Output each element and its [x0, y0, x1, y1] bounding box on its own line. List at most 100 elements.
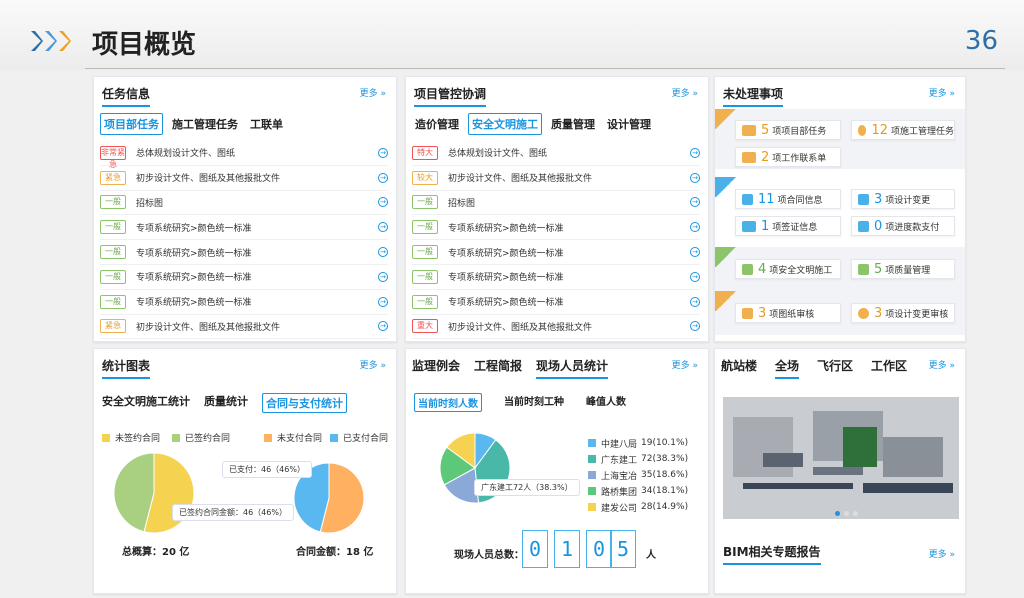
- tab-peak-count[interactable]: 峰值人数: [586, 393, 626, 412]
- todo-item[interactable]: 3 项设计变更: [851, 189, 955, 209]
- panel-title: 任务信息: [102, 85, 151, 107]
- todo-item[interactable]: 5 项质量管理: [851, 259, 955, 279]
- tab-airfield[interactable]: 飞行区: [817, 357, 853, 379]
- more-link[interactable]: 更多 »: [672, 86, 698, 99]
- tab-overall[interactable]: 全场: [775, 357, 800, 379]
- list-item[interactable]: 较大 初步设计文件、图纸及其他报批文件 →: [412, 166, 700, 191]
- list-item[interactable]: 紧急 初步设计文件、图纸及其他报批文件 →: [100, 166, 388, 191]
- todo-item[interactable]: 0 项进度款支付: [851, 216, 955, 236]
- arrow-right-icon[interactable]: →: [378, 222, 388, 233]
- list-item[interactable]: 一般 招标图 →: [412, 191, 700, 216]
- arrow-right-icon[interactable]: →: [378, 172, 388, 183]
- item-text: 专项系统研究>颜色统一标准: [136, 223, 252, 234]
- arrow-right-icon[interactable]: →: [378, 321, 388, 332]
- arrow-right-icon[interactable]: →: [378, 271, 388, 282]
- item-text: 专项系统研究>颜色统一标准: [136, 273, 252, 284]
- list-item[interactable]: 非常紧急 总体规划设计文件、图纸 →: [100, 141, 388, 169]
- legend-item: 未支付合同: [264, 431, 322, 444]
- list-item[interactable]: 一般 专项系统研究>颜色统一标准 →: [100, 290, 388, 315]
- tab-safety[interactable]: 安全文明施工: [468, 113, 542, 135]
- ribbon-badge: [715, 177, 737, 197]
- terminal-tabs: 航站楼 全场 飞行区 工作区: [721, 357, 907, 379]
- carousel-dots: [835, 511, 858, 516]
- arrow-right-icon[interactable]: →: [690, 222, 700, 233]
- arrow-right-icon[interactable]: →: [378, 197, 388, 208]
- more-link[interactable]: 更多 »: [929, 547, 955, 560]
- arrow-right-icon[interactable]: →: [378, 147, 388, 158]
- list-item[interactable]: 一般 专项系统研究>颜色统一标准 →: [412, 290, 700, 315]
- todo-item[interactable]: 2 项工作联系单: [735, 147, 841, 167]
- dot[interactable]: [835, 511, 840, 516]
- panel-title: 统计图表: [102, 357, 151, 379]
- tab-project-dept[interactable]: 项目部任务: [100, 113, 163, 135]
- todo-item[interactable]: 5 项项目部任务: [735, 120, 841, 140]
- more-link[interactable]: 更多 »: [672, 358, 698, 371]
- calendar-icon: [742, 151, 756, 163]
- tab-cost[interactable]: 造价管理: [412, 114, 462, 134]
- more-link[interactable]: 更多 »: [360, 86, 386, 99]
- user-check-icon: [858, 307, 869, 319]
- todo-item[interactable]: 11 项合同信息: [735, 189, 841, 209]
- todo-item[interactable]: 3 项图纸审核: [735, 303, 841, 323]
- list-item[interactable]: 特大 总体规划设计文件、图纸 →: [412, 141, 700, 166]
- tab-safety-stats[interactable]: 安全文明施工统计: [102, 393, 190, 413]
- arrow-right-icon[interactable]: →: [378, 296, 388, 307]
- item-text: 初步设计文件、图纸及其他报批文件: [448, 322, 593, 333]
- list-item[interactable]: 一般 专项系统研究>颜色统一标准 →: [100, 265, 388, 290]
- arrow-right-icon[interactable]: →: [690, 296, 700, 307]
- tab-contract-stats[interactable]: 合同与支付统计: [262, 393, 347, 413]
- dot[interactable]: [853, 511, 858, 516]
- list-item[interactable]: 一般 专项系统研究>颜色统一标准 →: [412, 240, 700, 265]
- tab-current-count[interactable]: 当前时刻人数: [414, 393, 482, 412]
- chevron-right-icon: [59, 31, 71, 51]
- tab-quality-stats[interactable]: 质量统计: [204, 393, 248, 413]
- list-item[interactable]: 一般 专项系统研究>颜色统一标准 →: [100, 215, 388, 241]
- todo-item[interactable]: 4 项安全文明施工: [735, 259, 841, 279]
- arrow-right-icon[interactable]: →: [690, 147, 700, 158]
- tab-work-area[interactable]: 工作区: [871, 357, 907, 379]
- list-item[interactable]: 重大 初步设计文件、图纸及其他报批文件 →: [412, 315, 700, 340]
- list-item[interactable]: 一般 专项系统研究>颜色统一标准 →: [412, 215, 700, 241]
- tab-construction[interactable]: 施工管理任务: [169, 114, 241, 134]
- legend-item: 未签约合同: [102, 431, 160, 444]
- item-text: 总体规划设计文件、图纸: [136, 149, 236, 160]
- arrow-right-icon[interactable]: →: [690, 247, 700, 258]
- control-tabs: 造价管理 安全文明施工 质量管理 设计管理: [412, 113, 654, 135]
- list-item[interactable]: 一般 招标图 →: [100, 191, 388, 216]
- todo-item[interactable]: 3 项设计变更审核: [851, 303, 955, 323]
- list-item[interactable]: 紧急 初步设计文件、图纸及其他报批文件 →: [100, 315, 388, 340]
- bim-model-image[interactable]: [723, 397, 959, 519]
- arrow-right-icon[interactable]: →: [690, 172, 700, 183]
- id-card-icon: [742, 220, 756, 232]
- todo-panel: 未处理事项 更多 » 5 项项目部任务 12 项施工管理任务 2 项工作联系单 11 项…: [714, 76, 966, 342]
- tab-work-order[interactable]: 工联单: [247, 114, 286, 134]
- tab-current-trades[interactable]: 当前时刻工种: [504, 393, 564, 412]
- task-info-panel: 任务信息 更多 » 项目部任务 施工管理任务 工联单 非常紧急 总体规划设计文件、…: [93, 76, 397, 342]
- tab-briefing[interactable]: 工程简报: [474, 357, 522, 379]
- arrow-right-icon[interactable]: →: [378, 247, 388, 258]
- header-divider: [85, 68, 1005, 69]
- counter-digit: 5: [610, 530, 636, 568]
- list-item[interactable]: 一般 专项系统研究>颜色统一标准 →: [100, 240, 388, 265]
- staff-legend: 中建八局 19(10.1%) 广东建工 72(38.3%) 上海宝冶 35(18.6%) 路…: [588, 435, 688, 515]
- more-link[interactable]: 更多 »: [929, 86, 955, 99]
- todo-item[interactable]: 1 项签证信息: [735, 216, 841, 236]
- more-link[interactable]: 更多 »: [929, 358, 955, 371]
- tab-meeting[interactable]: 监理例会: [412, 357, 460, 379]
- legend-item: 建发公司 28(14.9%): [588, 499, 688, 515]
- terminal-panel: 航站楼 全场 飞行区 工作区 更多 » BIM相关专题报告 更多 »: [714, 348, 966, 594]
- arrow-right-icon[interactable]: →: [690, 271, 700, 282]
- tab-staff-stats[interactable]: 现场人员统计: [536, 357, 609, 379]
- control-list: 特大 总体规划设计文件、图纸 → 较大 初步设计文件、图纸及其他报批文件 → 一般 招标图 → 一…: [412, 141, 700, 340]
- panel-tabs: 监理例会 工程简报 现场人员统计: [412, 357, 609, 379]
- dot[interactable]: [844, 511, 849, 516]
- tab-design[interactable]: 设计管理: [604, 114, 654, 134]
- legend-item: 已签约合同: [172, 431, 230, 444]
- todo-item[interactable]: 12 项施工管理任务: [851, 120, 955, 140]
- more-link[interactable]: 更多 »: [360, 358, 386, 371]
- tab-terminal[interactable]: 航站楼: [721, 357, 757, 379]
- list-item[interactable]: 一般 专项系统研究>颜色统一标准 →: [412, 265, 700, 290]
- arrow-right-icon[interactable]: →: [690, 197, 700, 208]
- tab-quality[interactable]: 质量管理: [548, 114, 598, 134]
- arrow-right-icon[interactable]: →: [690, 321, 700, 332]
